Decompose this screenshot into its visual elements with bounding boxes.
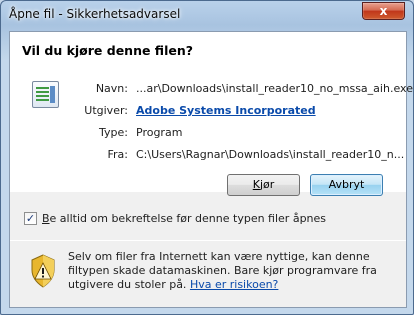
run-button-label: Kjør [252,178,275,191]
file-source-value: C:\Users\Ragnar\Downloads\install_reader… [136,148,405,161]
run-button[interactable]: Kjør [227,174,300,196]
security-warning-text: Selv om filer fra Internett kan være nyt… [68,250,398,292]
publisher-link[interactable]: Adobe Systems Incorporated [136,104,316,117]
file-type-value: Program [136,126,183,139]
close-button[interactable]: x [362,2,405,20]
publisher-label: Utgiver: [84,104,128,117]
file-name-value: ...ar\Downloads\install_reader10_no_mssa… [136,82,413,95]
file-name-row: Navn: ...ar\Downloads\install_reader10_n… [10,82,413,98]
dialog-client-area: Vil du kjøre denne filen? Navn: ...ar\Do… [9,31,413,308]
dialog-question: Vil du kjøre denne filen? [22,43,193,58]
file-source-label: Fra: [107,148,129,161]
cancel-button-label: Avbryt [328,178,365,191]
cancel-button[interactable]: Avbryt [310,174,383,196]
checkbox-checked-icon[interactable]: ✓ [24,212,37,225]
close-icon: x [379,4,388,18]
title-bar[interactable]: Åpne fil - Sikkerhetsadvarsel x [1,1,413,27]
divider [10,240,406,241]
security-shield-icon [31,254,55,288]
file-type-label: Type: [99,126,128,139]
window-title: Åpne fil - Sikkerhetsadvarsel [9,7,181,21]
always-ask-label[interactable]: Be alltid om bekreftelse før denne typen… [42,212,326,225]
publisher-row: Utgiver: Adobe Systems Incorporated [10,104,406,120]
file-name-label: Navn: [95,82,128,95]
dialog-window: Åpne fil - Sikkerhetsadvarsel x Vil du k… [0,0,414,315]
file-type-row: Type: Program [10,126,406,142]
risk-info-link[interactable]: Hva er risikoen? [190,278,278,291]
file-source-row: Fra: C:\Users\Ragnar\Downloads\install_r… [10,148,406,164]
file-info-panel: Vil du kjøre denne filen? Navn: ...ar\Do… [10,32,413,196]
